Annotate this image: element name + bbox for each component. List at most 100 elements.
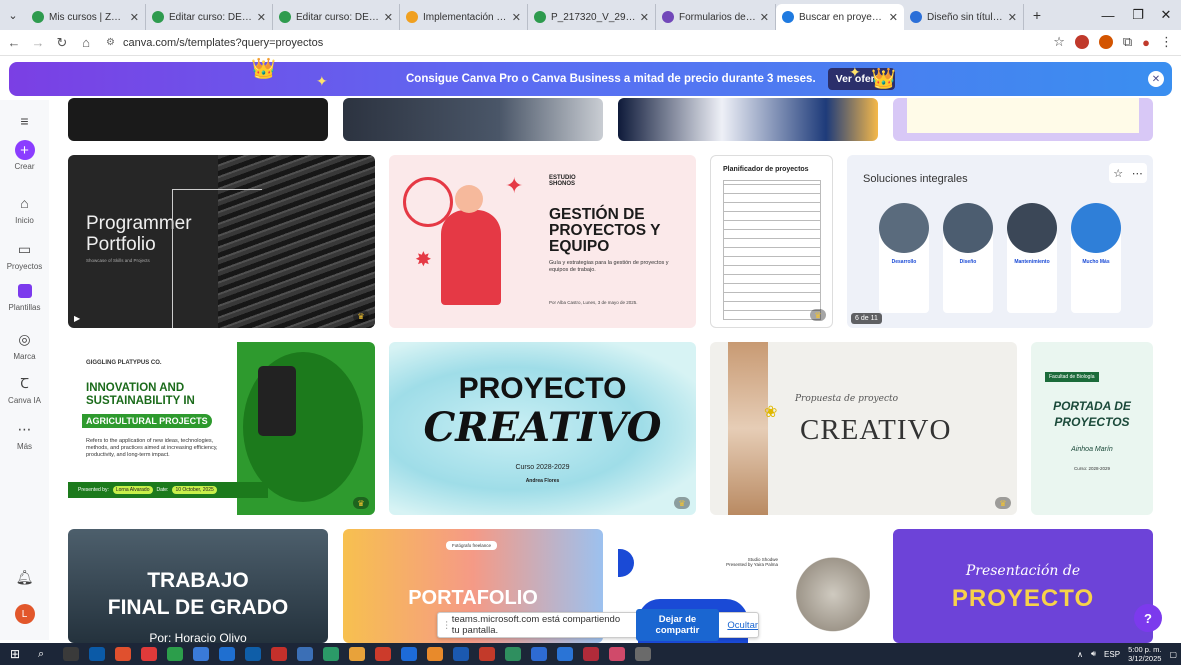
taskbar-app-icon[interactable] (323, 647, 339, 661)
bookmark-star-icon[interactable]: ☆ (1053, 34, 1065, 50)
account-button[interactable]: L (0, 604, 49, 624)
close-window-icon[interactable]: ✕ (1148, 0, 1181, 30)
solution-column: Desarrollo (879, 203, 929, 313)
template-card-trabajo-final[interactable]: TRABAJO FINAL DE GRADO Por: Horacio Oliv… (68, 529, 328, 643)
taskbar-app-icon[interactable] (349, 647, 365, 661)
template-card-soluciones[interactable]: Soluciones integrales ☆ ⋯ Desarrollo Dise… (847, 155, 1153, 328)
home-icon[interactable]: ⌂ (76, 35, 96, 50)
drag-handle-icon[interactable]: ⋮ (442, 620, 452, 631)
back-icon[interactable]: ← (4, 35, 24, 50)
tab-favicon-icon (662, 11, 674, 23)
extension-icon[interactable] (1098, 35, 1113, 49)
favorite-star-icon[interactable]: ☆ (1113, 167, 1123, 180)
taskbar-app-icon[interactable] (505, 647, 521, 661)
template-card[interactable] (618, 98, 878, 141)
extension-icon[interactable] (1074, 35, 1089, 49)
close-tab-icon[interactable]: ✕ (1008, 11, 1017, 24)
taskbar-app-icon[interactable] (297, 647, 313, 661)
close-tab-icon[interactable]: ✕ (130, 11, 139, 24)
forward-icon[interactable]: → (28, 35, 48, 50)
browser-menu-icon[interactable]: ⋮ (1160, 34, 1173, 50)
taskbar-app-icon[interactable] (245, 647, 261, 661)
help-button[interactable]: ? (1134, 604, 1162, 632)
search-icon[interactable]: ⌕ (38, 648, 52, 661)
template-card[interactable] (343, 98, 603, 141)
template-card-portada-proyectos[interactable]: Facultad de Biología PORTADA DE PROYECTO… (1031, 342, 1153, 515)
taskbar-app-icon[interactable] (141, 647, 157, 661)
volume-icon[interactable]: 🔊︎ (1091, 649, 1096, 659)
taskbar-app-icon[interactable] (375, 647, 391, 661)
tray-chevron-icon[interactable]: ∧ (1077, 650, 1083, 659)
taskbar-app-icon[interactable] (271, 647, 287, 661)
more-options-icon[interactable]: ⋯ (1132, 167, 1143, 180)
template-card[interactable] (68, 98, 328, 141)
extensions-puzzle-icon[interactable]: ⧉ (1123, 34, 1132, 50)
taskbar-app-icon[interactable] (479, 647, 495, 661)
sidebar-item-projects[interactable]: ▭ Proyectos (0, 238, 49, 272)
browser-tab[interactable]: Mis cursos | Zajuna ✕ (26, 4, 146, 30)
hide-link[interactable]: Ocultar (727, 620, 758, 631)
language-indicator[interactable]: ESP (1104, 650, 1120, 659)
close-tab-icon[interactable]: ✕ (512, 11, 521, 24)
profile-icon[interactable]: ● (1142, 35, 1150, 50)
template-card-proyecto-creativo[interactable]: PROYECTO CREATIVO Curso 2028-2029 Andrea… (389, 342, 696, 515)
taskbar-app-icon[interactable] (583, 647, 599, 661)
browser-tab[interactable]: Formularios de Google ✕ (656, 4, 776, 30)
template-card-innovation[interactable]: GIGGLING PLATYPUS CO. INNOVATION AND SUS… (68, 342, 375, 515)
template-card-gestion-proyectos[interactable]: ✦ ✸ ESTUDIO SHONOS GESTIÓN DE PROYECTOS … (389, 155, 696, 328)
menu-toggle[interactable]: ≡ (0, 110, 49, 134)
close-tab-icon[interactable]: ✕ (889, 11, 898, 24)
close-tab-icon[interactable]: ✕ (760, 11, 769, 24)
sidebar-item-templates[interactable]: Plantillas (0, 280, 49, 312)
browser-tab[interactable]: P_217320_V_2977148_R_4 ✕ (528, 4, 656, 30)
clock[interactable]: 5:00 p. m. 3/12/2025 (1128, 645, 1161, 663)
taskbar-app-icon[interactable] (557, 647, 573, 661)
taskbar-app-icon[interactable] (427, 647, 443, 661)
taskbar-app-icon[interactable] (167, 647, 183, 661)
close-tab-icon[interactable]: ✕ (257, 11, 266, 24)
taskbar-app-icon[interactable] (63, 647, 79, 661)
taskbar-app-icon[interactable] (89, 647, 105, 661)
tab-search-icon[interactable]: ⌄ (0, 0, 26, 30)
new-tab-button[interactable]: + (1024, 0, 1050, 30)
stop-sharing-button[interactable]: Dejar de compartir (635, 609, 720, 641)
close-banner-icon[interactable]: ✕ (1148, 71, 1164, 87)
reload-icon[interactable]: ↻ (52, 35, 72, 51)
taskbar-app-icon[interactable] (115, 647, 131, 661)
taskbar-app-icon[interactable] (635, 647, 651, 661)
url-field[interactable]: ⚙ canva.com/s/templates?query=proyectos (106, 37, 323, 49)
play-icon[interactable]: ▶ (74, 314, 80, 323)
card-subtitle: Curso 2028-2029 (515, 464, 570, 471)
browser-tab[interactable]: Editar curso: DESARROLLO ✕ (146, 4, 273, 30)
taskbar-app-icon[interactable] (193, 647, 209, 661)
close-tab-icon[interactable]: ✕ (384, 11, 393, 24)
browser-tab[interactable]: Buscar en proyectos - Canva ✕ (776, 4, 904, 30)
sidebar-item-home[interactable]: ⌂ Inicio (0, 192, 49, 225)
taskbar-app-icon[interactable] (401, 647, 417, 661)
sidebar-item-create[interactable]: + Crear (0, 140, 49, 171)
browser-tab[interactable]: Diseño sin título - Doc ✕ (904, 4, 1024, 30)
taskbar-app-icon[interactable] (219, 647, 235, 661)
card-title: SUSTAINABILITY IN (86, 395, 195, 407)
solution-label: Desarrollo (891, 259, 917, 265)
template-card-propuesta-creativo[interactable]: ❀ Propuesta de proyecto CREATIVO ♛ (710, 342, 1017, 515)
sidebar-item-canva-ai[interactable]: Ꞇ Canva IA (0, 372, 49, 406)
sidebar-item-more[interactable]: ⋯ Más (0, 418, 49, 452)
template-card[interactable] (893, 98, 1153, 141)
notifications-icon[interactable]: ▢ (1169, 650, 1177, 659)
template-card-planificador[interactable]: Planificador de proyectos ♛ (710, 155, 833, 328)
taskbar-app-icon[interactable] (453, 647, 469, 661)
template-card-presentacion[interactable]: Presentación de PROYECTO (893, 529, 1153, 643)
windows-start-icon[interactable]: ⊞ (10, 647, 26, 661)
taskbar-app-icon[interactable] (609, 647, 625, 661)
sidebar-item-brand[interactable]: ◎ Marca (0, 328, 49, 362)
solution-photo (1007, 203, 1057, 253)
browser-tab[interactable]: Editar curso: DESARROLLO ✕ (273, 4, 400, 30)
close-tab-icon[interactable]: ✕ (640, 11, 649, 24)
notifications-button[interactable]: 🔔︎ (0, 566, 49, 590)
address-bar: ← → ↻ ⌂ ⚙ canva.com/s/templates?query=pr… (0, 30, 1181, 56)
site-info-icon[interactable]: ⚙ (106, 37, 115, 48)
template-card-programmer-portfolio[interactable]: Programmer Portfolio Showcase of Skills … (68, 155, 375, 328)
taskbar-app-icon[interactable] (531, 647, 547, 661)
browser-tab[interactable]: Implementación y publicación ✕ (400, 4, 528, 30)
